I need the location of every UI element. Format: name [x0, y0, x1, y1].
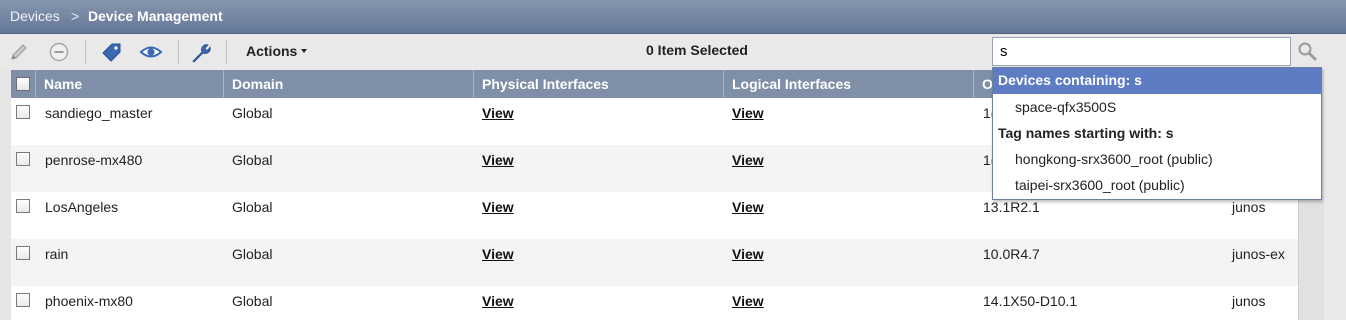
search-icon[interactable]: [1296, 40, 1318, 62]
device-name: LosAngeles: [45, 199, 119, 215]
suggestion-tag-item[interactable]: hongkong-srx3600_root (public): [1015, 151, 1213, 167]
wrench-icon[interactable]: [187, 39, 213, 65]
minus-circle-icon[interactable]: [46, 39, 72, 65]
platform: junos: [1232, 199, 1266, 215]
column-header-physical-interfaces[interactable]: Physical Interfaces: [473, 70, 723, 98]
tag-icon[interactable]: [99, 39, 125, 65]
grid-left-edge: [0, 70, 11, 320]
physical-interfaces-view-link[interactable]: View: [482, 152, 514, 168]
table-row[interactable]: rain Global View View 10.0R4.7 junos-ex: [11, 239, 1298, 286]
platform: junos: [1232, 293, 1266, 309]
search-suggestions-dropdown: Devices containing: s space-qfx3500S Tag…: [992, 67, 1322, 200]
device-domain: Global: [232, 246, 273, 262]
device-domain: Global: [232, 293, 273, 309]
tag-names-header: Tag names starting with: s: [998, 125, 1174, 141]
devices-containing-header[interactable]: Devices containing: s: [993, 68, 1321, 94]
device-name: phoenix-mx80: [45, 293, 133, 309]
physical-interfaces-view-link[interactable]: View: [482, 246, 514, 262]
row-checkbox[interactable]: [16, 152, 30, 166]
breadcrumb-devices-link[interactable]: Devices: [10, 8, 60, 24]
toolbar-divider: [178, 40, 179, 64]
row-checkbox[interactable]: [16, 105, 30, 119]
search-input[interactable]: [992, 37, 1291, 66]
platform: junos-ex: [1232, 246, 1285, 262]
physical-interfaces-view-link[interactable]: View: [482, 293, 514, 309]
logical-interfaces-view-link[interactable]: View: [732, 105, 764, 121]
actions-menu-button[interactable]: Actions: [246, 43, 308, 59]
actions-label: Actions: [246, 43, 298, 59]
logical-interfaces-view-link[interactable]: View: [732, 246, 764, 262]
suggestion-tag-item[interactable]: taipei-srx3600_root (public): [1015, 177, 1185, 193]
pencil-icon[interactable]: [6, 39, 32, 65]
toolbar-divider: [226, 40, 227, 64]
os-version: 14.1X50-D10.1: [983, 293, 1078, 309]
device-name: penrose-mx480: [45, 152, 143, 168]
row-checkbox[interactable]: [16, 199, 30, 213]
device-name: sandiego_master: [45, 105, 153, 121]
device-name: rain: [45, 246, 69, 262]
row-checkbox[interactable]: [16, 246, 30, 260]
breadcrumb-separator: >: [71, 8, 80, 24]
device-domain: Global: [232, 105, 273, 121]
page-title: Device Management: [88, 8, 223, 24]
os-version: 10.0R4.7: [983, 246, 1040, 262]
caret-down-icon: [301, 49, 308, 53]
logical-interfaces-view-link[interactable]: View: [732, 293, 764, 309]
column-header-name[interactable]: Name: [35, 70, 225, 98]
breadcrumb: Devices > Device Management: [0, 0, 1346, 34]
device-domain: Global: [232, 152, 273, 168]
table-row[interactable]: phoenix-mx80 Global View View 14.1X50-D1…: [11, 286, 1298, 320]
os-version: 13.1R2.1: [983, 199, 1040, 215]
logical-interfaces-view-link[interactable]: View: [732, 199, 764, 215]
device-domain: Global: [232, 199, 273, 215]
select-all-checkbox[interactable]: [16, 77, 30, 91]
logical-interfaces-view-link[interactable]: View: [732, 152, 764, 168]
suggestion-device-item[interactable]: space-qfx3500S: [1015, 99, 1116, 115]
row-checkbox[interactable]: [16, 293, 30, 307]
selection-count: 0 Item Selected: [646, 42, 748, 58]
toolbar-divider: [85, 40, 86, 64]
physical-interfaces-view-link[interactable]: View: [482, 199, 514, 215]
column-header-logical-interfaces[interactable]: Logical Interfaces: [723, 70, 973, 98]
eye-icon[interactable]: [138, 39, 164, 65]
column-header-domain[interactable]: Domain: [223, 70, 473, 98]
physical-interfaces-view-link[interactable]: View: [482, 105, 514, 121]
